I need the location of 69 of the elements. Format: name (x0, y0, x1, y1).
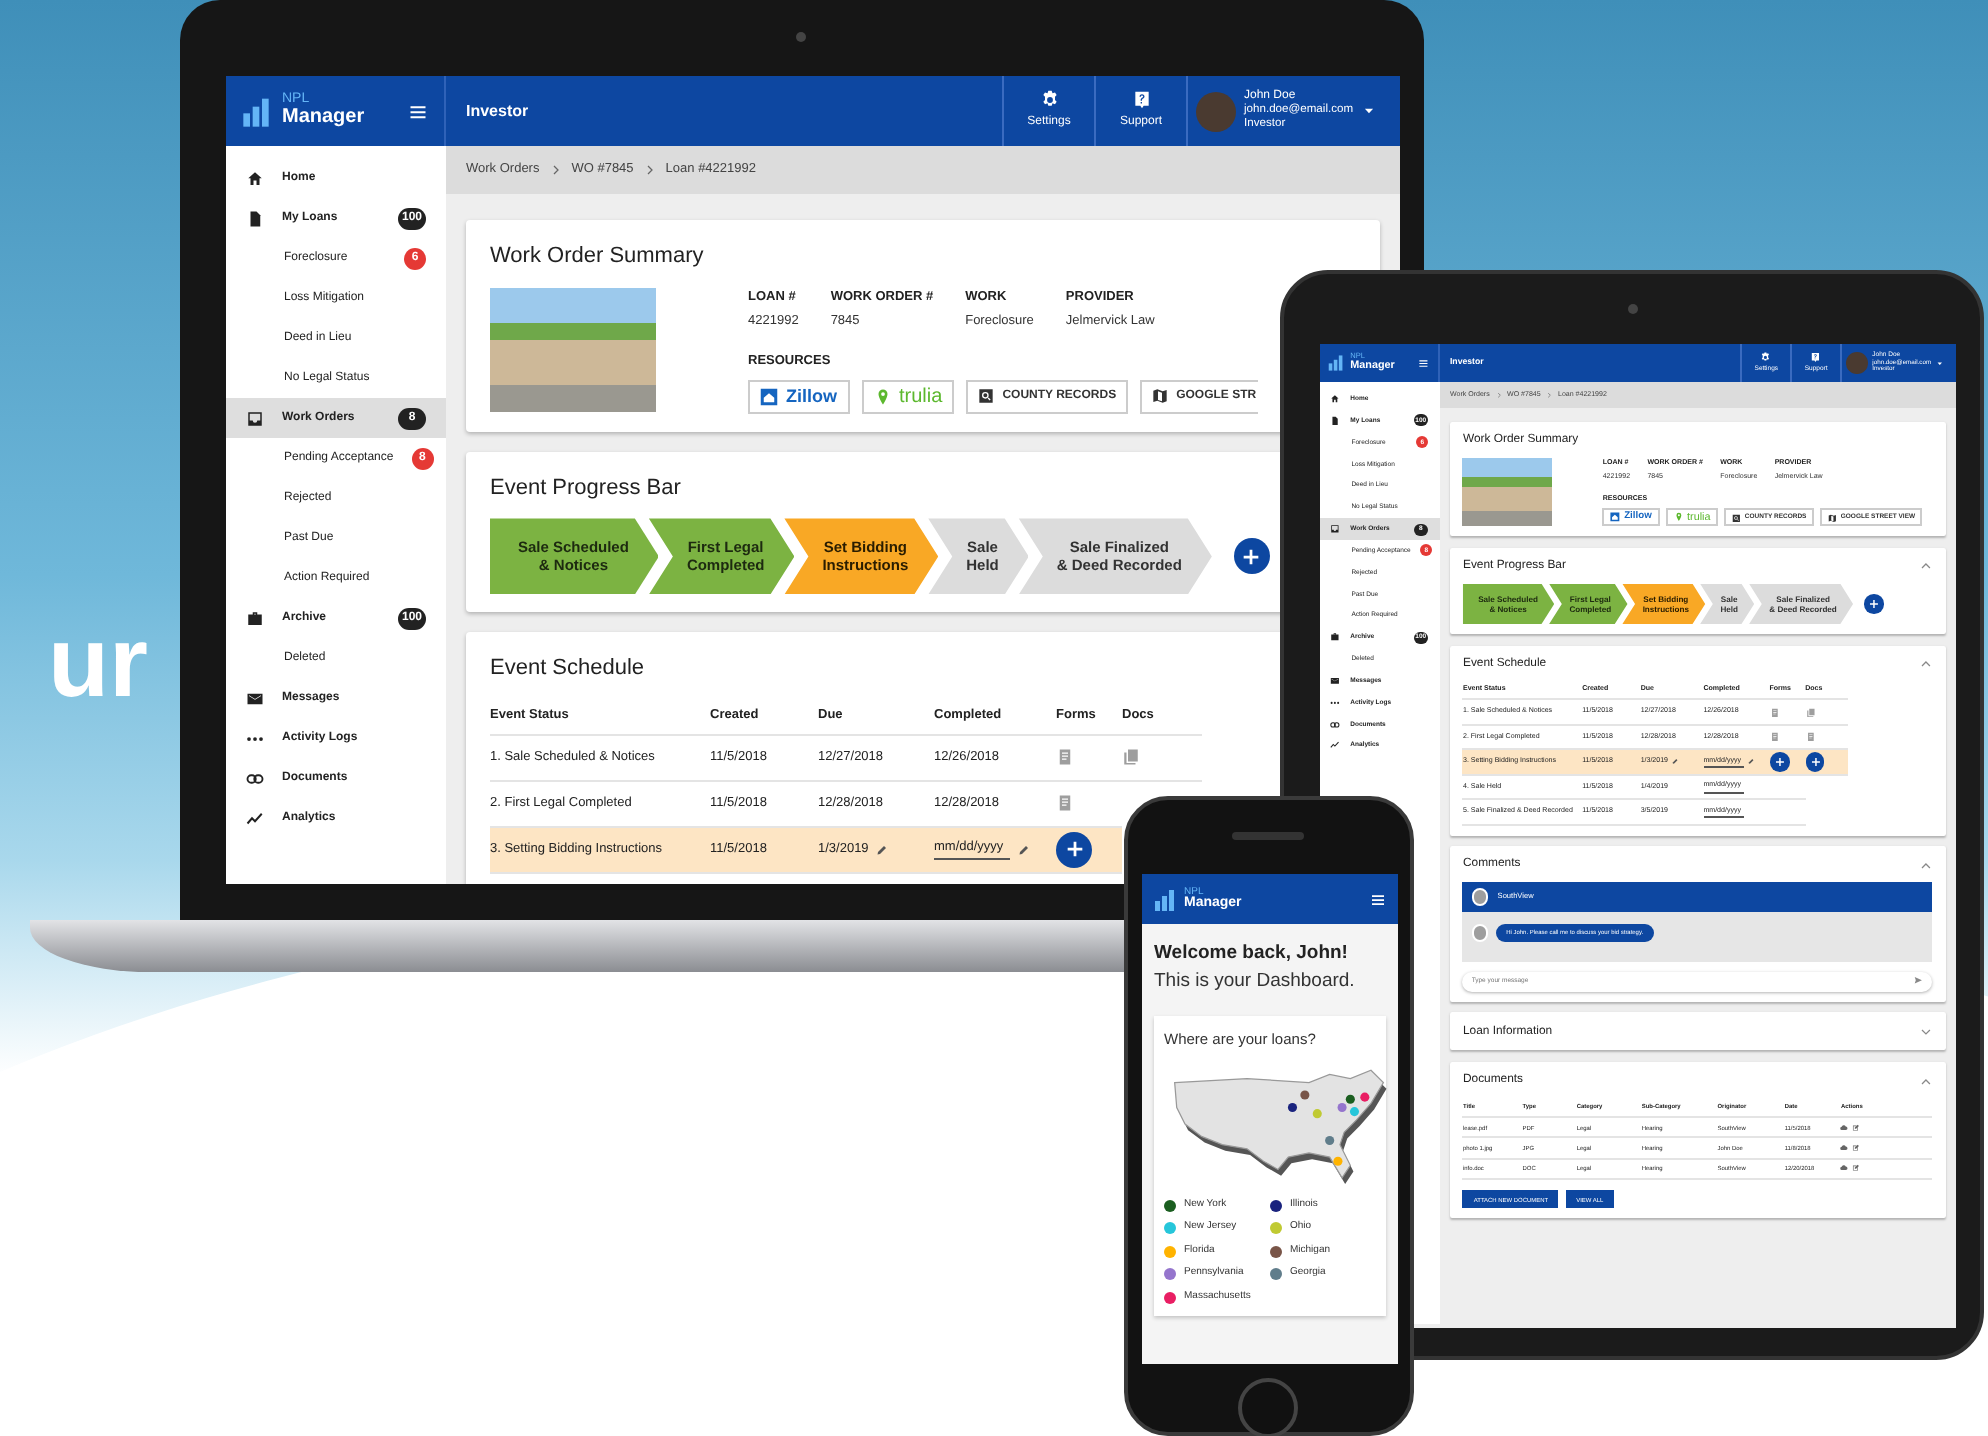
briefcase-icon (246, 609, 264, 627)
logo-icon (242, 95, 274, 127)
page-title: Investor (464, 99, 531, 123)
logo-icon (1154, 887, 1178, 911)
cloud-icon[interactable] (1840, 1123, 1849, 1132)
edit-icon[interactable] (1852, 1123, 1861, 1132)
document-icon (1330, 416, 1341, 426)
add-button[interactable] (1233, 538, 1270, 575)
documents-icon[interactable] (1805, 707, 1815, 718)
help-icon[interactable] (1810, 351, 1822, 363)
photo-placeholder (1462, 458, 1553, 526)
caret-icon[interactable] (1935, 359, 1943, 367)
avatar (1196, 91, 1236, 131)
chevron-right-icon (549, 164, 562, 176)
document-icon (246, 209, 264, 227)
menu-icon[interactable] (408, 101, 428, 121)
pencil-icon[interactable] (1672, 758, 1679, 766)
search-icon[interactable] (1731, 513, 1741, 522)
camera-dot (1628, 304, 1638, 314)
avatar (1846, 352, 1868, 374)
caret-icon[interactable] (1361, 104, 1376, 118)
resource-button[interactable]: Zillow (748, 379, 849, 414)
document-icon[interactable] (1769, 732, 1780, 742)
cloud-icon[interactable] (1840, 1164, 1849, 1173)
house-icon[interactable] (1610, 512, 1620, 523)
camera-dot (796, 32, 806, 42)
envelope-icon (1330, 675, 1341, 686)
document-icon[interactable] (1056, 794, 1074, 813)
settings-icon[interactable] (1039, 90, 1059, 110)
settings-icon[interactable] (1760, 351, 1772, 363)
plus-icon[interactable] (1240, 545, 1263, 568)
pencil-icon[interactable] (876, 843, 889, 856)
map-icon[interactable] (1827, 513, 1837, 522)
help-icon[interactable] (1131, 90, 1151, 110)
line-chart-icon (246, 809, 264, 827)
welcome-heading: Welcome back, John! (1154, 940, 1350, 968)
search-icon[interactable] (978, 388, 995, 405)
document-icon[interactable] (1769, 707, 1780, 718)
documents-icon[interactable] (1122, 748, 1140, 767)
chevron-right-icon (643, 164, 656, 176)
tray-icon (1330, 524, 1341, 535)
envelope-icon (246, 689, 264, 707)
edit-icon[interactable] (1852, 1144, 1861, 1152)
welcome-subtitle: This is your Dashboard. (1154, 968, 1357, 997)
dots-icon (1330, 697, 1341, 708)
home-icon (246, 169, 264, 187)
speaker-slot (1232, 832, 1304, 840)
headline-text: ur (48, 612, 148, 712)
map-icon[interactable] (1152, 388, 1169, 405)
link-icon (246, 769, 264, 787)
cloud-icon[interactable] (1840, 1144, 1849, 1152)
plus-icon[interactable] (1063, 838, 1085, 861)
card-title: Event Progress Bar (490, 473, 681, 504)
house-icon[interactable] (760, 387, 778, 406)
briefcase-icon (1330, 632, 1341, 643)
send-icon[interactable] (1914, 976, 1924, 986)
card-title: Event Schedule (490, 654, 645, 685)
tray-icon (246, 409, 264, 427)
pencil-icon[interactable] (1018, 843, 1030, 856)
logo-icon (1328, 354, 1346, 372)
menu-icon[interactable] (1370, 891, 1386, 907)
card-title: Work Order Summary (490, 242, 704, 272)
document-icon[interactable] (1056, 748, 1074, 767)
home-icon (1330, 394, 1341, 405)
logo-text: Manager (282, 108, 365, 128)
add-button[interactable] (1056, 831, 1092, 868)
menu-icon[interactable] (1417, 357, 1429, 369)
pencil-icon[interactable] (1748, 758, 1756, 766)
document-icon[interactable] (1805, 732, 1815, 742)
